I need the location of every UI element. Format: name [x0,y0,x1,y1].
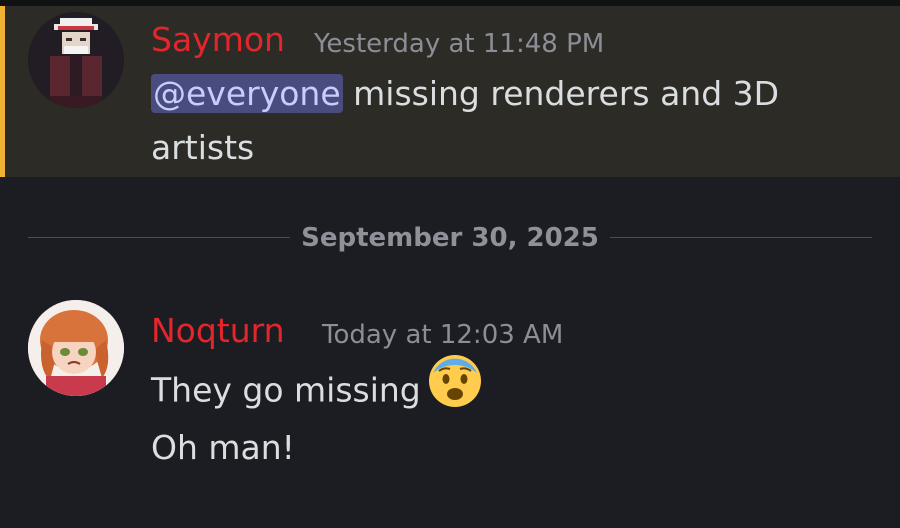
author-name-noqturn[interactable]: Noqturn [151,311,285,351]
pixel-character-avatar-icon [28,12,124,108]
message-line-3: They go missing [151,355,483,425]
timestamp-saymon: Yesterday at 11:48 PM [314,29,605,59]
mention-highlight-bar [0,6,5,177]
message-line-2: artists [151,128,255,167]
message-line-4: Oh man! [151,428,295,467]
anime-character-avatar-icon [28,300,124,396]
timestamp-noqturn: Today at 12:03 AM [322,320,564,350]
message-noqturn: Noqturn Today at 12:03 AM They go missin… [0,290,900,490]
date-divider-label: September 30, 2025 [301,223,599,253]
author-name-saymon[interactable]: Saymon [151,20,285,60]
everyone-mention[interactable]: @everyone [151,74,343,113]
message-line-1: @everyone missing renderers and 3D [151,67,779,121]
message-text-3: They go missing [151,370,421,410]
divider-line-right [610,237,872,238]
date-divider: September 30, 2025 [28,210,872,266]
anxious-face-emoji-icon[interactable] [427,353,483,425]
avatar-noqturn[interactable] [28,300,124,396]
message-saymon: Saymon Yesterday at 11:48 PM @everyone m… [0,6,900,177]
message-text-1: missing renderers and 3D [353,74,780,113]
avatar-saymon[interactable] [28,12,124,108]
